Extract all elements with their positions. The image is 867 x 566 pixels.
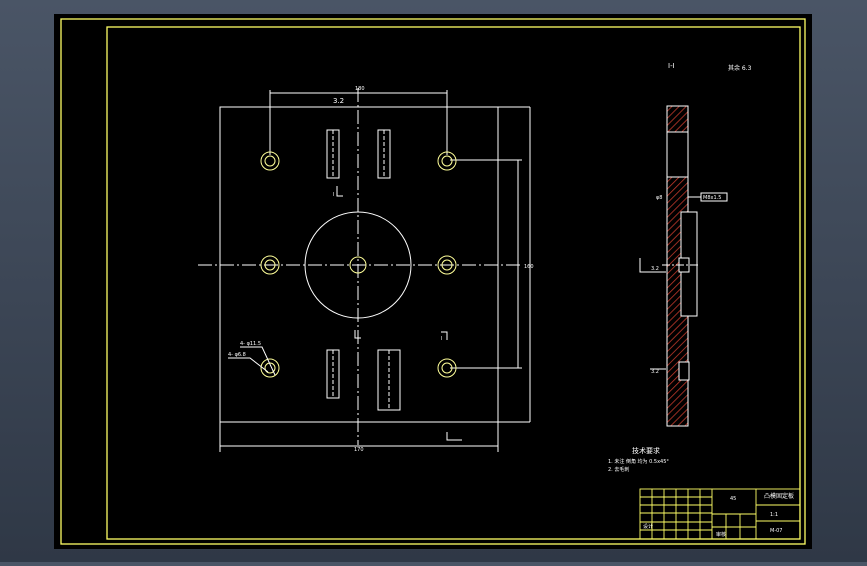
hole-note-2: 4- φ6.8 <box>228 352 246 358</box>
side-dim-left: φ8 <box>656 195 662 201</box>
title-scale: 1:1 <box>770 512 778 518</box>
title-designer: 设计 <box>643 523 653 530</box>
plan-roughness-text: 3.2 <box>333 97 344 105</box>
top-dimension-text: 180 <box>355 86 365 92</box>
notes-line-1: 1. 未注 倒角 均为 0.5x45° <box>608 458 669 465</box>
section-label: I-I <box>668 62 675 70</box>
section-screw-hole <box>678 361 690 381</box>
notes-title: 技术要求 <box>632 446 660 455</box>
section-blank <box>666 131 689 178</box>
drawing-paper <box>54 14 812 549</box>
section-hatched-upper <box>666 105 689 133</box>
side-dim-upper: M8x1.5 <box>703 195 721 201</box>
roughness-note: 其余 6.3 <box>728 64 752 72</box>
drawing-canvas[interactable]: 180 170 160 4- φ11.5 4- φ6.8 3.2 I I I-I… <box>0 0 867 562</box>
notes-line-2: 2. 去毛刺 <box>608 466 629 473</box>
title-material: 45 <box>730 496 736 502</box>
section-mark-top: I <box>333 192 334 198</box>
hole-note-1: 4- φ11.5 <box>240 341 261 347</box>
title-checker: 审核 <box>716 531 726 538</box>
right-dimension-text: 160 <box>524 264 534 270</box>
bottom-dimension-text: 170 <box>354 447 364 453</box>
title-drawing-no: M-07 <box>770 528 782 534</box>
side-dim-mid: 3.2 <box>651 266 659 272</box>
cad-viewport[interactable]: 180 170 160 4- φ11.5 4- φ6.8 3.2 I I I-I… <box>0 0 867 562</box>
section-mark-bottom: I <box>441 336 442 342</box>
title-part-name: 凸模固定板 <box>764 492 794 500</box>
side-dim-lower: 3.2 <box>651 369 659 375</box>
